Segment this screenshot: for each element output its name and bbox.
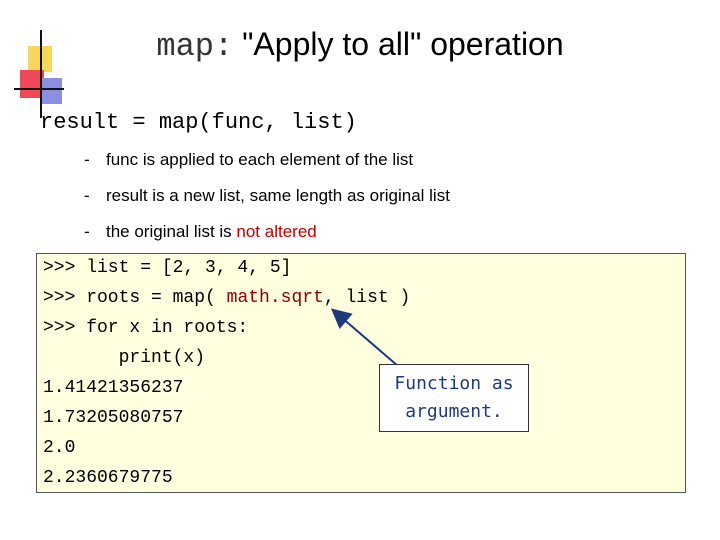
callout-line: argument. xyxy=(405,401,503,422)
callout-line: Function as xyxy=(394,373,514,394)
callout-box: Function as argument. xyxy=(379,364,529,432)
callout-arrow xyxy=(330,308,399,367)
